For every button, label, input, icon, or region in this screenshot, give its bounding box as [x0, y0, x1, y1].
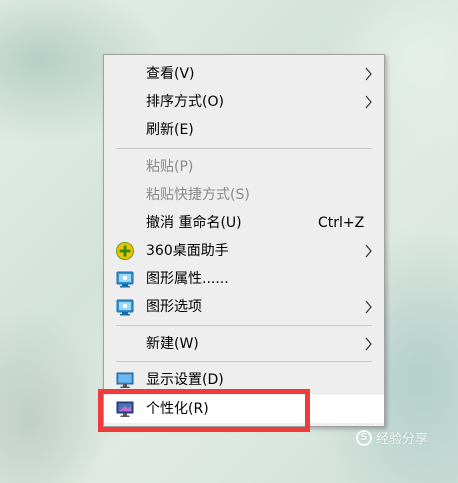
- chevron-right-icon: [365, 300, 372, 314]
- menu-item-label: 360桌面助手: [146, 243, 229, 259]
- menu-item-sort-by[interactable]: 排序方式(O): [104, 88, 384, 116]
- menu-item-label: 粘贴(P): [146, 159, 194, 175]
- menu-item-shortcut: Ctrl+Z: [318, 215, 365, 231]
- chevron-right-icon: [365, 95, 372, 109]
- menu-item-graphics-options[interactable]: 图形选项: [104, 293, 384, 321]
- menu-item-paste-shortcut: 粘贴快捷方式(S): [104, 181, 384, 209]
- display-settings-icon: [116, 372, 134, 388]
- watermark: S 经验分享: [356, 428, 428, 447]
- menu-item-label: 粘贴快捷方式(S): [146, 187, 250, 203]
- menu-item-refresh[interactable]: 刷新(E): [104, 116, 384, 144]
- chevron-right-icon: [365, 67, 372, 81]
- menu-item-label: 图形选项: [146, 299, 202, 315]
- menu-item-new[interactable]: 新建(W): [104, 330, 384, 358]
- menu-item-label: 查看(V): [146, 66, 195, 82]
- menu-separator: [116, 148, 372, 149]
- highlight-annotation-box: [98, 389, 310, 432]
- menu-item-360-desktop-assistant[interactable]: 360桌面助手: [104, 237, 384, 265]
- watermark-logo-icon: S: [356, 429, 372, 446]
- menu-item-label: 新建(W): [146, 336, 199, 352]
- menu-separator: [116, 325, 372, 326]
- menu-item-paste: 粘贴(P): [104, 153, 384, 181]
- menu-item-graphics-properties[interactable]: 图形属性......: [104, 265, 384, 293]
- chevron-right-icon: [365, 337, 372, 351]
- menu-item-label: 刷新(E): [146, 122, 194, 138]
- menu-separator: [116, 361, 372, 362]
- graphics-options-icon: [116, 299, 134, 316]
- menu-item-undo-rename[interactable]: 撤消 重命名(U) Ctrl+Z: [104, 209, 384, 237]
- chevron-right-icon: [365, 244, 372, 258]
- watermark-text: 经验分享: [376, 432, 429, 447]
- menu-item-label: 排序方式(O): [146, 94, 224, 110]
- 360-assistant-icon: [116, 242, 134, 260]
- menu-item-label: 显示设置(D): [146, 372, 224, 388]
- context-menu: 查看(V) 排序方式(O) 刷新(E) 粘贴(P) 粘贴快捷方式(S) 撤消 重…: [103, 54, 385, 427]
- menu-item-view[interactable]: 查看(V): [104, 60, 384, 88]
- menu-item-label: 撤消 重命名(U): [146, 215, 242, 231]
- graphics-properties-icon: [116, 271, 134, 288]
- menu-item-label: 图形属性......: [146, 271, 229, 287]
